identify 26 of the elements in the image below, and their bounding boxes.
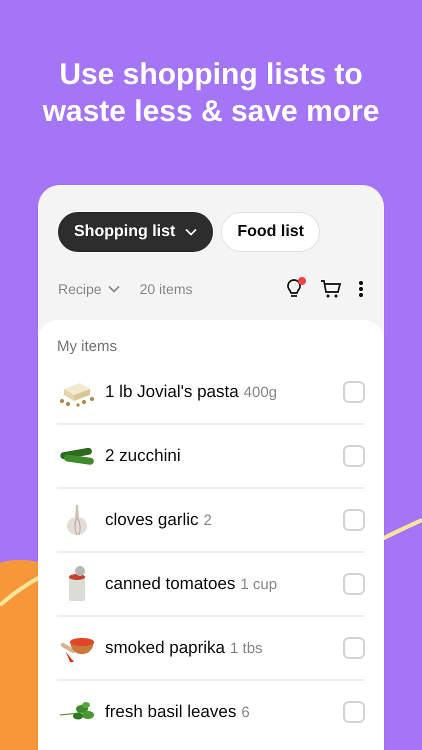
item-amount: 6 <box>241 704 250 720</box>
item-amount: 400g <box>244 384 278 400</box>
headline: Use shopping lists to waste less & save more <box>42 57 380 130</box>
section-title: My items <box>57 338 118 355</box>
checkbox[interactable] <box>343 637 365 659</box>
item-name: fresh basil leaves <box>105 702 236 722</box>
item-name: smoked paprika <box>105 638 226 658</box>
item-name: 1 lb Jovial's pasta <box>105 382 239 402</box>
more-menu-button[interactable] <box>358 280 364 298</box>
lightbulb-button[interactable] <box>284 278 304 300</box>
chevron-down-icon <box>108 285 120 293</box>
item-amount: 2 <box>204 512 212 528</box>
checkbox[interactable] <box>343 381 365 403</box>
list-tab[interactable]: Shopping list <box>58 212 214 252</box>
item-name: cloves garlic <box>105 510 199 530</box>
item-amount: 1 cup <box>240 576 278 592</box>
item-name: 2 zucchini <box>105 446 181 466</box>
checkbox[interactable] <box>343 509 365 531</box>
checkbox[interactable] <box>343 445 365 467</box>
item-count: 20 items <box>140 281 193 297</box>
checkbox[interactable] <box>343 701 365 723</box>
item-amount: 1 tbs <box>230 640 263 656</box>
cart-button[interactable] <box>320 279 342 299</box>
item-name: canned tomatoes <box>105 574 236 594</box>
checkbox[interactable] <box>343 573 365 595</box>
list-tab[interactable]: Food list <box>221 212 320 252</box>
